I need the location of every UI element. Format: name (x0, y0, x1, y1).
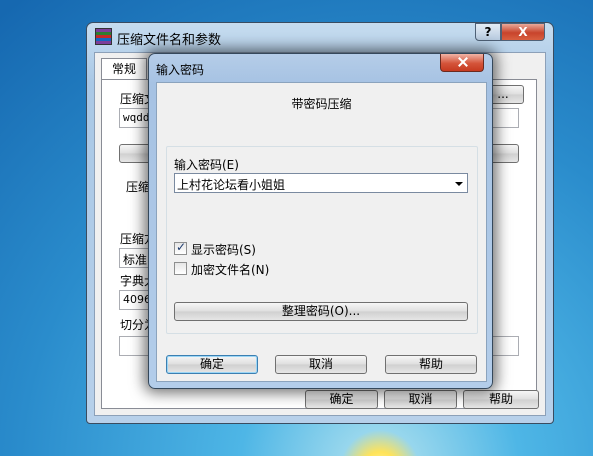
help-button[interactable]: 帮助 (385, 355, 477, 374)
format-group-label: 压缩 (126, 180, 151, 194)
enter-password-dialog: 输入密码 带密码压缩 输入密码(E) 上村花论坛看小姐姐 显示密码(S) 加密文… (148, 53, 493, 389)
help-caption-button[interactable]: ? (475, 23, 501, 41)
close-caption-button[interactable]: X (501, 23, 545, 41)
method-value: 标准 (123, 253, 148, 267)
winrar-icon (95, 28, 112, 45)
dialog-heading: 带密码压缩 (291, 97, 352, 111)
dictionary-value: 4096 (123, 293, 151, 306)
password-combobox[interactable]: 上村花论坛看小姐姐 (174, 173, 468, 193)
show-password-checkbox[interactable] (174, 240, 187, 255)
bg-ok-button[interactable]: 确定 (305, 390, 378, 409)
password-value: 上村花论坛看小姐姐 (177, 178, 286, 192)
dialog-title: 输入密码 (156, 63, 205, 77)
bg-help-button[interactable]: 帮助 (463, 390, 539, 409)
ok-button[interactable]: 确定 (166, 355, 258, 374)
password-group: 输入密码(E) 上村花论坛看小姐姐 显示密码(S) 加密文件名(N) 整理密码(… (166, 146, 478, 334)
organize-passwords-button[interactable]: 整理密码(O)... (174, 302, 468, 321)
archive-name-value: wqdd (123, 111, 150, 124)
show-password-label[interactable]: 显示密码(S) (191, 241, 256, 258)
dropdown-arrow-icon[interactable] (455, 182, 463, 186)
password-label: 输入密码(E) (174, 158, 239, 172)
close-icon[interactable] (440, 54, 484, 72)
cancel-button[interactable]: 取消 (275, 355, 367, 374)
window-title: 压缩文件名和参数 (117, 33, 222, 48)
dialog-body: 带密码压缩 输入密码(E) 上村花论坛看小姐姐 显示密码(S) 加密文件名(N)… (156, 82, 487, 382)
encrypt-filenames-label[interactable]: 加密文件名(N) (191, 261, 269, 278)
bg-cancel-button[interactable]: 取消 (384, 390, 457, 409)
tab-general[interactable]: 常规 (101, 58, 147, 81)
encrypt-filenames-checkbox[interactable] (174, 262, 187, 275)
